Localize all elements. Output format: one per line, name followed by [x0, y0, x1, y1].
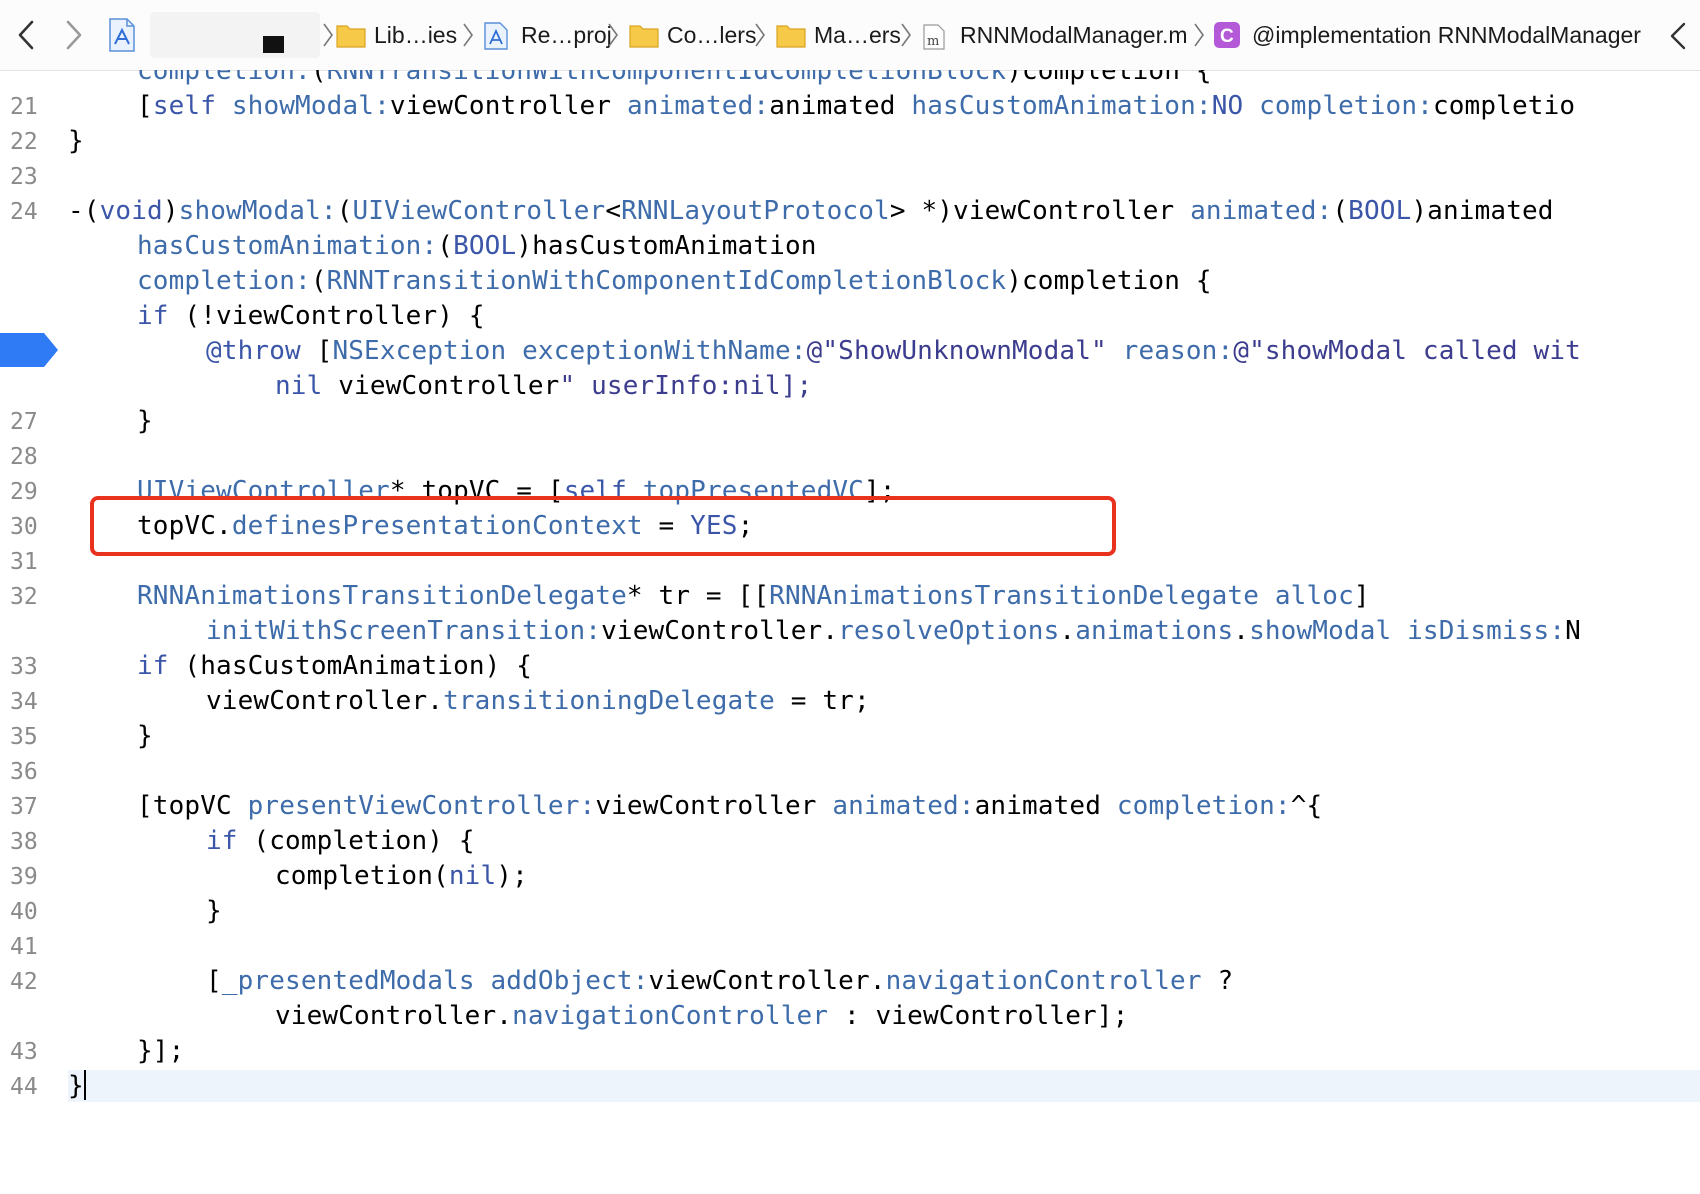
objc-file-icon: m: [922, 24, 946, 50]
code-line[interactable]: -(void)showModal:(UIViewController<RNNLa…: [68, 195, 1554, 227]
line-number: 39: [10, 864, 38, 890]
breadcrumb-libraries[interactable]: Lib…ies: [336, 20, 457, 52]
code-line[interactable]: nil viewController" userInfo:nil];: [275, 370, 812, 402]
chevron-right-icon: [607, 22, 619, 48]
breadcrumb-label: Re…proj: [521, 22, 612, 48]
breadcrumb-label: Lib…ies: [374, 22, 458, 48]
breakpoint-marker[interactable]: [0, 333, 60, 367]
code-line[interactable]: completion:(RNNTransitionWithComponentId…: [137, 70, 1212, 87]
chevron-left-icon[interactable]: [1666, 18, 1690, 54]
code-line[interactable]: }: [137, 405, 153, 437]
line-number: 30: [10, 514, 38, 540]
folder-icon: [336, 22, 366, 48]
breadcrumb-controllers[interactable]: Co…lers: [629, 20, 756, 52]
class-c-icon: C: [1214, 22, 1240, 48]
line-number: 40: [10, 899, 38, 925]
folder-icon: [629, 22, 659, 48]
line-number: 29: [10, 479, 38, 505]
code-line[interactable]: if (!viewController) {: [137, 300, 485, 332]
line-number: 32: [10, 584, 38, 610]
code-line[interactable]: }: [137, 720, 153, 752]
code-line[interactable]: [self showModal:viewController animated:…: [137, 90, 1575, 122]
breadcrumb-file[interactable]: m RNNModalManager.m: [922, 20, 1192, 52]
code-line[interactable]: hasCustomAnimation:(BOOL)hasCustomAnimat…: [137, 230, 817, 262]
breadcrumb-label: @implementation RNNModalManager: [1252, 22, 1641, 48]
line-number: 33: [10, 654, 38, 680]
line-number-current: 25: [10, 304, 38, 330]
line-number: 28: [10, 444, 38, 470]
line-number-gutter[interactable]: 21 22 23 24 25 26 27 28 29 30 31 32 33 3…: [0, 70, 62, 1194]
line-number: 34: [10, 689, 38, 715]
folder-icon: [776, 22, 806, 48]
code-line[interactable]: completion:(RNNTransitionWithComponentId…: [137, 265, 1212, 297]
code-line[interactable]: }];: [137, 1035, 184, 1067]
code-line-text: }: [68, 1071, 84, 1101]
line-number: 36: [10, 759, 38, 785]
forward-arrow-icon[interactable]: [58, 16, 88, 54]
jump-bar: Lib…ies Re…proj Co…lers Ma…ers m RNNModa…: [0, 0, 1700, 71]
breadcrumb-project[interactable]: Re…proj: [483, 20, 612, 52]
line-number: 22: [10, 129, 38, 155]
chevron-right-icon: [900, 22, 912, 48]
line-number: 42: [10, 969, 38, 995]
redacted-region: [150, 12, 320, 58]
breadcrumb-label: Ma…ers: [814, 22, 901, 48]
code-line[interactable]: @throw [NSException exceptionWithName:@"…: [206, 335, 1581, 367]
code-line[interactable]: if (completion) {: [206, 825, 475, 857]
code-editor[interactable]: 21 22 23 24 25 26 27 28 29 30 31 32 33 3…: [0, 70, 1700, 1194]
line-number: 21: [10, 94, 38, 120]
breadcrumb-implementation[interactable]: C @implementation RNNModalManager: [1214, 20, 1654, 52]
chevron-right-icon: [322, 22, 334, 48]
chevron-right-icon: [1193, 22, 1205, 48]
line-number: 27: [10, 409, 38, 435]
line-number: 44: [10, 1074, 38, 1100]
code-line[interactable]: viewController.navigationController : vi…: [275, 1000, 1128, 1032]
line-number: 23: [10, 164, 38, 190]
line-number: 35: [10, 724, 38, 750]
xcode-editor-window: Lib…ies Re…proj Co…lers Ma…ers m RNNModa…: [0, 0, 1700, 1194]
redaction-mark: [263, 36, 284, 53]
breadcrumb-managers[interactable]: Ma…ers: [776, 20, 901, 52]
svg-text:m: m: [927, 34, 939, 49]
code-line[interactable]: [topVC presentViewController:viewControl…: [137, 790, 1322, 822]
breadcrumb-label: RNNModalManager.m: [960, 22, 1188, 48]
line-number: 43: [10, 1039, 38, 1065]
svg-text:C: C: [1220, 26, 1234, 47]
code-line[interactable]: }: [206, 895, 222, 927]
code-line-active[interactable]: }: [68, 1070, 1700, 1102]
line-number: 31: [10, 549, 38, 575]
chevron-right-icon: [462, 22, 474, 48]
line-number: 38: [10, 829, 38, 855]
code-line[interactable]: completion(nil);: [275, 860, 528, 892]
back-arrow-icon[interactable]: [12, 16, 42, 54]
line-number: 41: [10, 934, 38, 960]
text-cursor: [83, 1070, 86, 1100]
code-line[interactable]: [_presentedModals addObject:viewControll…: [206, 965, 1233, 997]
highlight-annotation-box: [90, 496, 1116, 556]
xcode-project-icon[interactable]: [108, 18, 136, 52]
line-number: 24: [10, 199, 38, 225]
breadcrumb-label: Co…lers: [667, 22, 757, 48]
code-line[interactable]: if (hasCustomAnimation) {: [137, 650, 532, 682]
line-number: 37: [10, 794, 38, 820]
code-line[interactable]: RNNAnimationsTransitionDelegate* tr = [[…: [137, 580, 1370, 612]
code-line[interactable]: }: [68, 125, 84, 157]
code-line[interactable]: viewController.transitioningDelegate = t…: [206, 685, 870, 717]
chevron-right-icon: [754, 22, 766, 48]
xcode-project-icon: [483, 22, 509, 50]
code-line[interactable]: initWithScreenTransition:viewController.…: [206, 615, 1581, 647]
